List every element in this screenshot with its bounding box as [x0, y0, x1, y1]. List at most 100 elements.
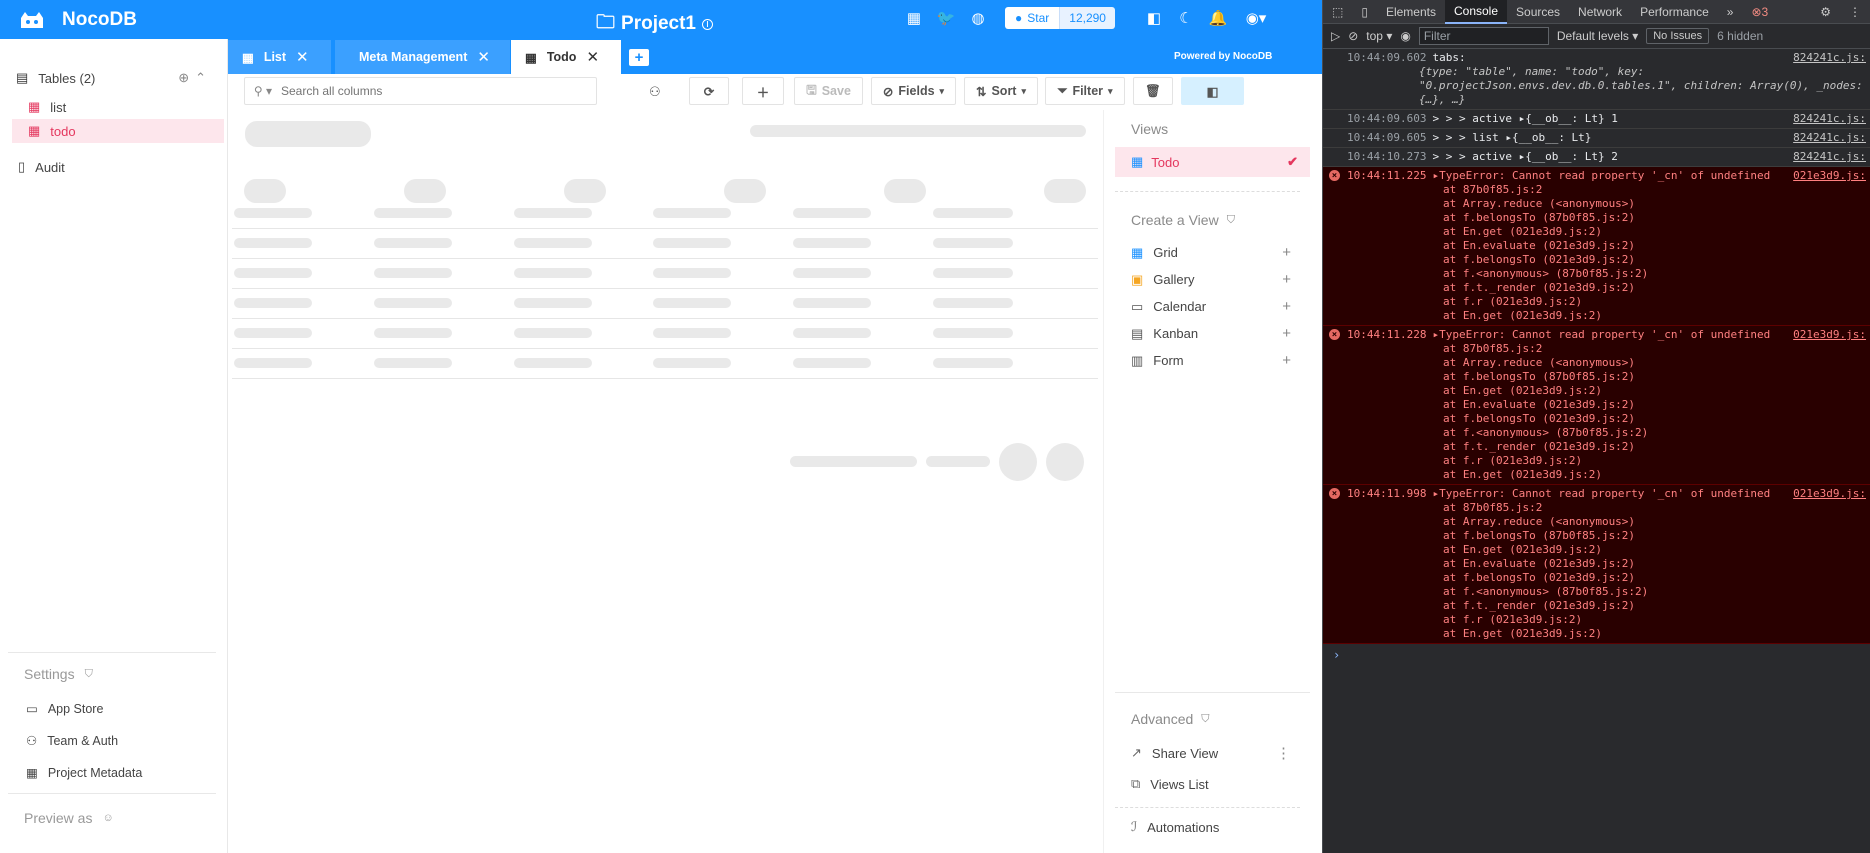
create-kanban-view[interactable]: ▤ Kanban + — [1131, 325, 1291, 342]
console-prompt[interactable]: › — [1323, 644, 1870, 666]
stack-trace-line[interactable]: at En.evaluate (021e3d9.js:2) — [1347, 557, 1864, 571]
plus-icon[interactable]: + — [1282, 325, 1291, 342]
github-star-button[interactable]: ● Star — [1005, 7, 1060, 29]
more-tabs-icon[interactable]: » — [1718, 0, 1743, 24]
powered-by[interactable]: Powered by NocoDB — [1174, 51, 1272, 62]
close-icon[interactable]: ✕ — [296, 48, 309, 66]
stack-trace-line[interactable]: at f.r (021e3d9.js:2) — [1347, 295, 1864, 309]
collaborators-icon[interactable]: ⚇ — [649, 84, 661, 100]
create-gallery-view[interactable]: ▣ Gallery + — [1131, 271, 1291, 288]
stack-trace-line[interactable]: at f.belongsTo (87b0f85.js:2) — [1347, 529, 1864, 543]
sidebar-toggle-icon[interactable]: ▷ — [1331, 29, 1340, 43]
tables-header[interactable]: ▤ Tables (2) ⊕ ⌃ — [16, 70, 206, 86]
fields-button[interactable]: ⊘ Fields ▾ — [871, 77, 956, 105]
filter-button[interactable]: ⏷ Filter ▾ — [1045, 77, 1125, 105]
stack-trace-line[interactable]: at 87b0f85.js:2 — [1347, 183, 1864, 197]
stack-trace-line[interactable]: at f.belongsTo (021e3d9.js:2) — [1347, 412, 1864, 426]
add-table-icon[interactable]: ⊕ — [178, 70, 189, 86]
more-options-icon[interactable]: ⋮ — [1276, 744, 1291, 762]
nocodb-logo-icon[interactable] — [18, 9, 46, 31]
close-icon[interactable]: ✕ — [477, 48, 490, 66]
sort-button[interactable]: ⇅ Sort ▾ — [964, 77, 1038, 105]
sidebar-item-audit[interactable]: ▯ Audit — [18, 159, 65, 175]
tab-console[interactable]: Console — [1444, 0, 1508, 24]
stack-trace-line[interactable]: at En.get (021e3d9.js:2) — [1347, 468, 1864, 482]
tab-list[interactable]: ▦ List ✕ — [228, 40, 331, 74]
device-toggle-icon[interactable]: ▯ — [1352, 0, 1377, 24]
user-account-icon[interactable]: ◉▾ — [1241, 9, 1271, 27]
stack-trace-line[interactable]: at 87b0f85.js:2 — [1347, 342, 1864, 356]
search-box[interactable]: ⚲ ▾ — [244, 77, 597, 105]
search-icon[interactable]: ⚲ ▾ — [245, 84, 281, 98]
stack-trace-line[interactable]: at 87b0f85.js:2 — [1347, 501, 1864, 515]
sidebar-item-todo[interactable]: ▦ todo — [12, 119, 224, 143]
tab-elements[interactable]: Elements — [1377, 0, 1445, 24]
calendar-icon[interactable]: ▦ — [905, 9, 923, 27]
add-tab-button[interactable]: + — [629, 49, 649, 66]
add-row-button[interactable]: ＋ — [742, 77, 784, 105]
eye-icon[interactable]: ◉ — [1400, 29, 1410, 43]
stack-trace-line[interactable]: at Array.reduce (<anonymous>) — [1347, 197, 1864, 211]
plus-icon[interactable]: + — [1282, 298, 1291, 315]
stack-trace-line[interactable]: at f.<anonymous> (87b0f85.js:2) — [1347, 585, 1864, 599]
collapse-icon[interactable]: ⌃ — [195, 70, 206, 86]
context-select[interactable]: top ▾ — [1366, 29, 1392, 43]
info-icon[interactable]: i — [702, 18, 713, 30]
stack-trace-line[interactable]: at f.<anonymous> (87b0f85.js:2) — [1347, 267, 1864, 281]
plus-icon[interactable]: + — [1282, 271, 1291, 288]
plus-icon[interactable]: + — [1282, 244, 1291, 261]
save-button[interactable]: 🖫 Save — [794, 77, 863, 105]
tab-network[interactable]: Network — [1569, 0, 1631, 24]
automations-button[interactable]: ℐ Automations — [1131, 819, 1291, 835]
github-star-count[interactable]: 12,290 — [1059, 7, 1115, 29]
stack-trace-line[interactable]: at En.get (021e3d9.js:2) — [1347, 627, 1864, 641]
console-error-entry[interactable]: × 10:44:11.998 ▸TypeError: Cannot read pro… — [1323, 485, 1870, 644]
twitter-icon[interactable]: 🐦 — [937, 9, 956, 27]
reload-button[interactable]: ⟳ — [689, 77, 729, 105]
stack-trace-line[interactable]: at En.get (021e3d9.js:2) — [1347, 543, 1864, 557]
stack-trace-line[interactable]: at f.belongsTo (021e3d9.js:2) — [1347, 253, 1864, 267]
tab-sources[interactable]: Sources — [1507, 0, 1569, 24]
console-log-entry[interactable]: 10:44:09.605 > > > list ▸{__ob__: Lt} 8242… — [1323, 129, 1870, 148]
discord-icon[interactable]: ◍ — [969, 9, 987, 27]
stack-trace-line[interactable]: at En.evaluate (021e3d9.js:2) — [1347, 398, 1864, 412]
levels-dropdown[interactable]: Default levels ▾ — [1557, 29, 1638, 43]
stack-trace-line[interactable]: at f.belongsTo (87b0f85.js:2) — [1347, 211, 1864, 225]
app-store-link[interactable]: ▭ App Store — [26, 701, 103, 717]
stack-trace-line[interactable]: at f.t._render (021e3d9.js:2) — [1347, 281, 1864, 295]
github-star-widget[interactable]: ● Star 12,290 — [1005, 7, 1115, 29]
share-view-button[interactable]: ↗ Share View ⋮ — [1131, 744, 1291, 762]
sidebar-item-list[interactable]: ▦ list — [12, 95, 224, 119]
clear-console-icon[interactable]: ⊘ — [1348, 29, 1358, 43]
project-title[interactable]: 🗀 Project1 i — [596, 8, 713, 40]
stack-trace-line[interactable]: at Array.reduce (<anonymous>) — [1347, 515, 1864, 529]
settings-gear-icon[interactable]: ⚙ — [1811, 0, 1840, 24]
stack-trace-line[interactable]: at f.belongsTo (021e3d9.js:2) — [1347, 571, 1864, 585]
tab-meta-management[interactable]: Meta Management ✕ — [335, 40, 510, 74]
toggle-views-panel-button[interactable]: ◧ — [1181, 77, 1244, 105]
console-filter-input[interactable]: Filter — [1418, 27, 1549, 45]
stack-trace-line[interactable]: at f.t._render (021e3d9.js:2) — [1347, 599, 1864, 613]
view-item-todo[interactable]: ▦ Todo ✔ — [1115, 147, 1310, 177]
error-count-badge[interactable]: ⊗ 3 — [1742, 0, 1777, 24]
stack-trace-line[interactable]: at En.get (021e3d9.js:2) — [1347, 225, 1864, 239]
console-log-entry[interactable]: 10:44:10.273 > > > active ▸{__ob__: Lt} 2… — [1323, 148, 1870, 167]
search-input[interactable] — [281, 84, 571, 98]
theme-paint-icon[interactable]: ◧ — [1145, 9, 1163, 27]
close-icon[interactable]: ✕ — [586, 48, 599, 66]
console-error-entry[interactable]: × 10:44:11.225 ▸TypeError: Cannot read pro… — [1323, 167, 1870, 326]
create-calendar-view[interactable]: ▭ Calendar + — [1131, 298, 1291, 315]
stack-trace-line[interactable]: at f.r (021e3d9.js:2) — [1347, 454, 1864, 468]
stack-trace-line[interactable]: at f.<anonymous> (87b0f85.js:2) — [1347, 426, 1864, 440]
inspect-icon[interactable]: ⬚ — [1323, 0, 1352, 24]
stack-trace-line[interactable]: at f.t._render (021e3d9.js:2) — [1347, 440, 1864, 454]
console-log-entry[interactable]: 10:44:09.603 > > > active ▸{__ob__: Lt} 1… — [1323, 110, 1870, 129]
stack-trace-line[interactable]: at En.get (021e3d9.js:2) — [1347, 384, 1864, 398]
more-options-icon[interactable]: ⋮ — [1840, 0, 1870, 24]
tab-todo[interactable]: ▦ Todo ✕ — [511, 40, 621, 74]
project-metadata-link[interactable]: ▦ Project Metadata — [26, 765, 142, 781]
create-form-view[interactable]: ▥ Form + — [1131, 352, 1291, 369]
team-auth-link[interactable]: ⚇ Team & Auth — [26, 733, 118, 749]
console-error-entry[interactable]: × 10:44:11.228 ▸TypeError: Cannot read pro… — [1323, 326, 1870, 485]
delete-button[interactable]: 🗑 — [1133, 77, 1173, 105]
